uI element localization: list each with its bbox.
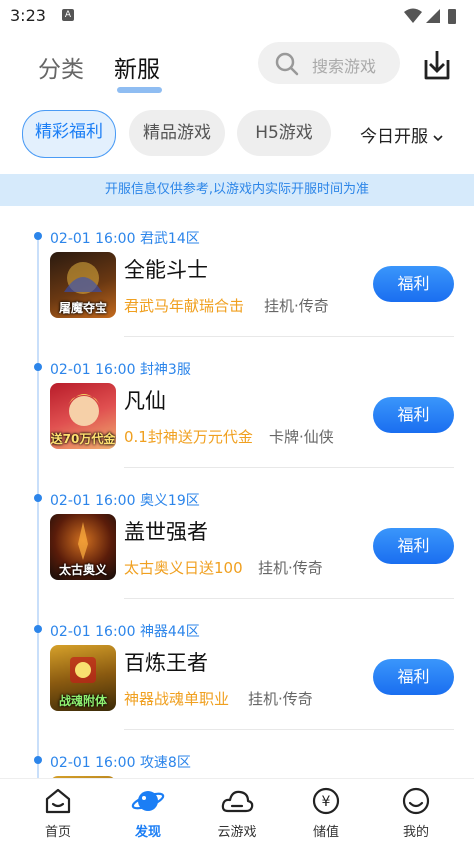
- server-time: 02-01 16:00 奥义19区: [50, 493, 200, 509]
- timeline-dot: [34, 363, 42, 371]
- server-list: 02-01 16:00 君武14区 屠魔夺宝 全能斗士 君武马年献瑞合击 挂机·…: [0, 206, 474, 778]
- status-icons: [402, 6, 466, 30]
- list-item[interactable]: 02-01 16:00 神器44区 战魂附体 百炼王者 神器战魂单职业 挂机·传…: [0, 599, 474, 730]
- icon-caption: 太古奥义: [58, 563, 107, 577]
- genre-text: 挂机·传奇: [258, 559, 323, 577]
- wifi-icon: [404, 8, 422, 23]
- timeline-dot: [34, 625, 42, 633]
- nav-recharge[interactable]: ¥ 储值: [296, 785, 356, 840]
- nav-label: 我的: [402, 825, 429, 840]
- game-icon[interactable]: 战魂附体: [50, 645, 116, 711]
- filter-jingcai-fuli[interactable]: 精彩福利: [22, 110, 116, 158]
- download-icon[interactable]: [418, 46, 456, 84]
- top-nav: 分类 新服 搜索游戏: [0, 32, 474, 100]
- game-icon[interactable]: 屠魔夺宝: [50, 252, 116, 318]
- fuli-button[interactable]: 福利: [373, 266, 454, 302]
- signal-icon: [426, 9, 440, 23]
- server-time: 02-01 16:00 神器44区: [50, 624, 200, 640]
- date-dropdown[interactable]: 今日开服: [360, 122, 443, 147]
- promo-text: 神器战魂单职业: [124, 690, 230, 708]
- game-icon[interactable]: 送70万代金: [50, 383, 116, 449]
- genre-text: 挂机·传奇: [264, 297, 329, 315]
- list-item[interactable]: 02-01 16:00 君武14区 屠魔夺宝 全能斗士 君武马年献瑞合击 挂机·…: [0, 206, 474, 337]
- nav-discover[interactable]: 发现: [118, 785, 178, 840]
- server-time: 02-01 16:00 攻速8区: [50, 755, 191, 771]
- cloud-icon: [221, 790, 254, 813]
- fuli-button[interactable]: 福利: [373, 397, 454, 433]
- promo-text: 君武马年献瑞合击: [124, 297, 245, 315]
- svg-text:¥: ¥: [322, 794, 331, 810]
- timeline-dot: [34, 232, 42, 240]
- filter-h5-youxi[interactable]: H5游戏: [237, 110, 331, 156]
- game-name: 盖世强者: [124, 520, 208, 544]
- promo-text: 太古奥义日送100: [124, 559, 243, 577]
- search-icon: [275, 52, 299, 76]
- filter-jingpin-youxi[interactable]: 精品游戏: [129, 110, 225, 156]
- list-item[interactable]: 02-01 16:00 封神3服 送70万代金 凡仙 0.1封神送万元代金 卡牌…: [0, 337, 474, 468]
- nav-mine[interactable]: 我的: [386, 785, 446, 840]
- chevron-down-icon: [433, 135, 443, 142]
- battery-icon: [448, 9, 456, 24]
- nav-home[interactable]: 首页: [28, 785, 88, 840]
- planet-icon: [131, 791, 165, 811]
- home-face-icon: [45, 788, 71, 814]
- nav-label: 云游戏: [217, 825, 257, 840]
- game-icon[interactable]: 太古奥义: [50, 514, 116, 580]
- tab-xinfu[interactable]: 新服: [114, 50, 160, 84]
- promo-text: 0.1封神送万元代金: [124, 428, 253, 446]
- notice-banner: 开服信息仅供参考,以游戏内实际开服时间为准: [0, 174, 474, 206]
- status-time: 3:23: [10, 6, 46, 25]
- fuli-button[interactable]: 福利: [373, 659, 454, 695]
- dropdown-label: 今日开服: [360, 127, 428, 147]
- tab-active-indicator: [117, 87, 162, 93]
- timeline-dot: [34, 494, 42, 502]
- nav-label: 发现: [134, 825, 161, 840]
- nav-cloud-game[interactable]: 云游戏: [207, 785, 267, 840]
- icon-caption: 屠魔夺宝: [58, 301, 107, 315]
- timeline-dot: [34, 756, 42, 764]
- genre-text: 卡牌·仙侠: [269, 428, 334, 446]
- tab-fenlei[interactable]: 分类: [38, 50, 84, 84]
- icon-caption: 战魂附体: [58, 694, 107, 708]
- server-time: 02-01 16:00 封神3服: [50, 362, 191, 378]
- game-name: 全能斗士: [124, 258, 208, 282]
- nav-label: 首页: [44, 825, 71, 840]
- list-item[interactable]: 02-01 16:00 奥义19区 太古奥义 盖世强者 太古奥义日送100 挂机…: [0, 468, 474, 599]
- notification-a-icon: A: [62, 9, 74, 21]
- nav-label: 储值: [312, 825, 339, 840]
- yen-coin-icon: ¥: [312, 787, 340, 815]
- list-item[interactable]: 02-01 16:00 攻速8区: [0, 730, 474, 778]
- game-name: 百炼王者: [124, 651, 208, 675]
- game-name: 凡仙: [124, 389, 166, 413]
- bottom-nav: 首页 发现 云游戏 ¥ 储值 我的: [0, 778, 474, 843]
- fuli-button[interactable]: 福利: [373, 528, 454, 564]
- status-bar: 3:23 A: [0, 0, 474, 32]
- genre-text: 挂机·传奇: [248, 690, 313, 708]
- filter-bar: 精彩福利 精品游戏 H5游戏 今日开服: [0, 108, 474, 162]
- icon-caption: 送70万代金: [50, 432, 116, 446]
- smiley-icon: [402, 787, 430, 815]
- server-time: 02-01 16:00 君武14区: [50, 231, 200, 247]
- search-box[interactable]: 搜索游戏: [258, 42, 400, 84]
- search-placeholder: 搜索游戏: [312, 57, 377, 76]
